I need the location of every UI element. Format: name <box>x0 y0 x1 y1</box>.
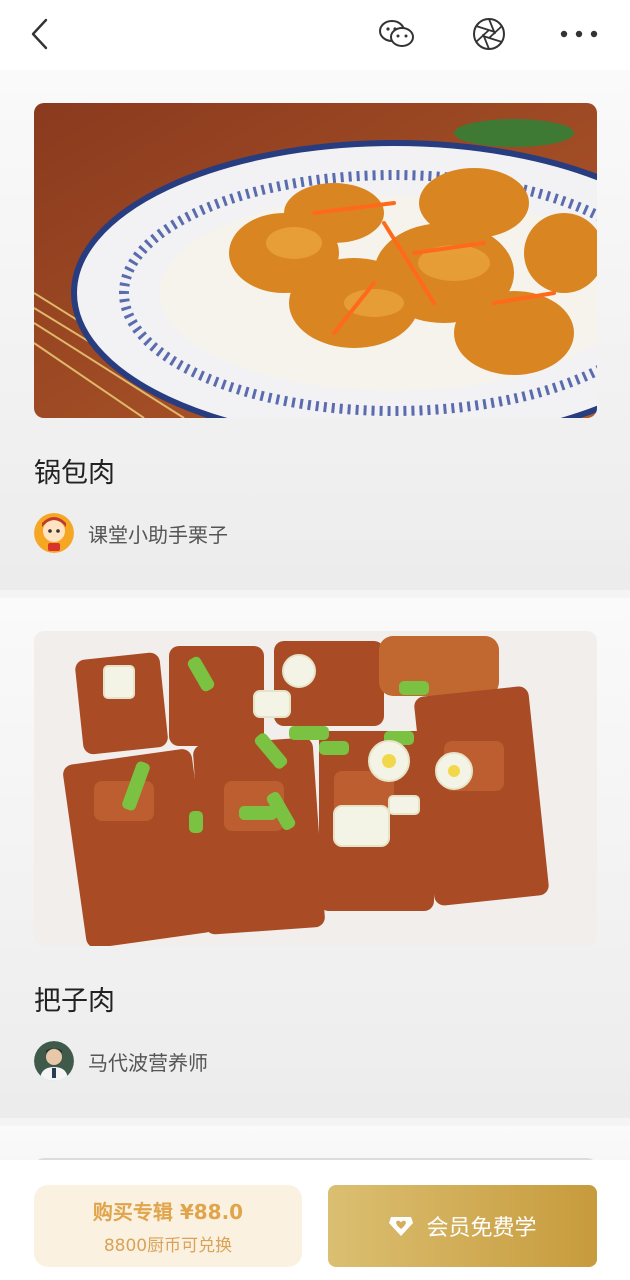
coins-redeem-label: 8800厨币可兑换 <box>103 1236 233 1256</box>
vip-free-learn-label: 会员免费学 <box>426 1216 537 1241</box>
share-moments-button[interactable] <box>462 12 516 56</box>
vip-free-learn-button[interactable]: 会员免费学 <box>328 1185 597 1267</box>
recipe-thumbnail[interactable] <box>34 631 597 946</box>
buy-album-label: 购买专辑 ¥88.0 <box>92 1200 244 1224</box>
recipe-card[interactable]: 把子肉 马代波营养师 <box>0 598 630 1118</box>
more-button[interactable] <box>552 12 606 56</box>
author-name: 马代波营养师 <box>88 1050 208 1075</box>
back-button[interactable] <box>18 10 62 58</box>
dish-photo-guobaorou <box>34 103 597 418</box>
more-horizontal-icon <box>560 30 598 38</box>
recipe-card[interactable]: 锅包肉 课堂小助手栗子 <box>0 70 630 590</box>
author-name: 课堂小助手栗子 <box>88 522 228 547</box>
bottom-action-bar: 购买专辑 ¥88.0 8800厨币可兑换 会员免费学 <box>0 1160 630 1280</box>
recipe-title[interactable]: 锅包肉 <box>34 451 115 490</box>
author-row[interactable]: 课堂小助手栗子 <box>34 513 228 553</box>
share-wechat-button[interactable] <box>372 12 422 56</box>
aperture-icon <box>473 18 505 50</box>
dish-photo-baziroui <box>34 631 597 946</box>
avatar <box>34 513 74 553</box>
recipe-thumbnail[interactable] <box>34 103 597 418</box>
top-bar <box>0 0 630 70</box>
diamond-heart-icon <box>389 1217 414 1236</box>
author-row[interactable]: 马代波营养师 <box>34 1041 208 1081</box>
recipe-title[interactable]: 把子肉 <box>34 979 115 1018</box>
avatar <box>34 1041 74 1081</box>
buy-album-button[interactable]: 购买专辑 ¥88.0 8800厨币可兑换 <box>34 1185 302 1267</box>
wechat-icon <box>379 20 414 47</box>
chevron-left-icon <box>31 18 48 50</box>
